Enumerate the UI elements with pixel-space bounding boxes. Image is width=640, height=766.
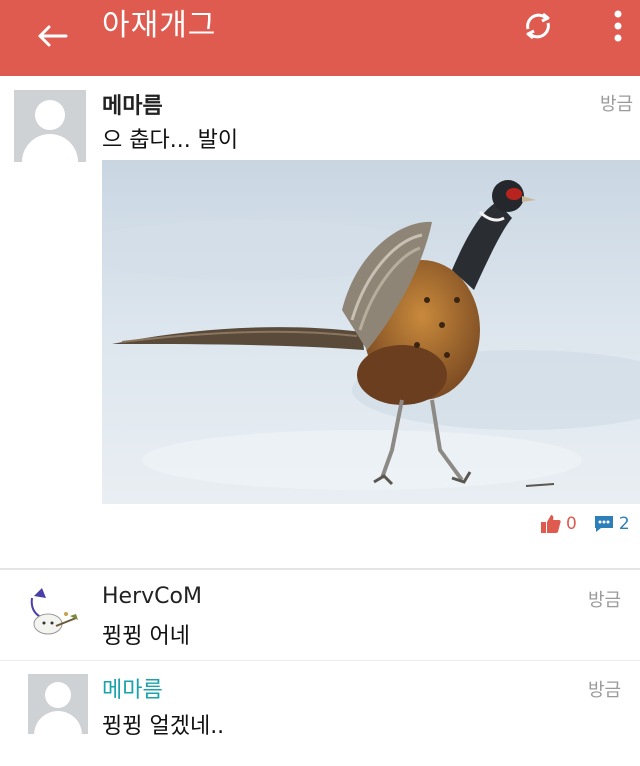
comment-author[interactable]: 메마름 xyxy=(102,672,163,704)
comment-icon xyxy=(594,516,613,532)
avatar-head xyxy=(35,100,65,130)
character-avatar-icon xyxy=(30,588,78,635)
comment-button[interactable]: 2 xyxy=(593,514,630,534)
post-author[interactable]: 메마름 xyxy=(102,88,163,120)
like-button[interactable]: 0 xyxy=(540,514,587,534)
post: 메마름 방금 으 춥다... 발이 0 2 xyxy=(0,76,640,566)
comment-time: 방금 xyxy=(588,590,622,611)
like-count: 0 xyxy=(566,514,577,534)
back-button[interactable] xyxy=(30,14,74,58)
more-vertical-icon xyxy=(614,10,622,42)
comment-text: 뀡뀡 얼겠네.. xyxy=(102,714,225,739)
pheasant-photo xyxy=(102,160,640,504)
arrow-left-icon xyxy=(38,25,68,47)
refresh-button[interactable] xyxy=(518,6,558,46)
avatar[interactable] xyxy=(28,674,88,734)
comment-text: 뀡뀡 어네 xyxy=(102,624,190,649)
avatar-body xyxy=(34,711,82,734)
divider xyxy=(0,660,640,661)
avatar[interactable] xyxy=(26,584,82,640)
refresh-icon xyxy=(526,12,550,40)
app-bar: 아재개그 xyxy=(0,0,640,76)
comment-author[interactable]: HervCoM xyxy=(102,584,202,609)
comment-item: 메마름 방금 뀡뀡 얼겠네.. xyxy=(0,662,640,752)
post-text: 으 춥다... 발이 xyxy=(102,128,239,153)
comment-count: 2 xyxy=(618,514,630,534)
post-image[interactable] xyxy=(102,160,640,504)
post-time: 방금 xyxy=(600,94,634,115)
post-reactions: 0 2 xyxy=(540,510,630,538)
comment-time: 방금 xyxy=(588,680,622,701)
page-title: 아재개그 xyxy=(102,8,217,43)
more-menu-button[interactable] xyxy=(604,6,632,46)
avatar[interactable] xyxy=(14,90,86,162)
avatar-head xyxy=(45,682,71,708)
avatar-body xyxy=(22,134,78,162)
thumbs-up-icon xyxy=(541,515,561,533)
comment-item: HervCoM 방금 뀡뀡 어네 xyxy=(0,570,640,660)
